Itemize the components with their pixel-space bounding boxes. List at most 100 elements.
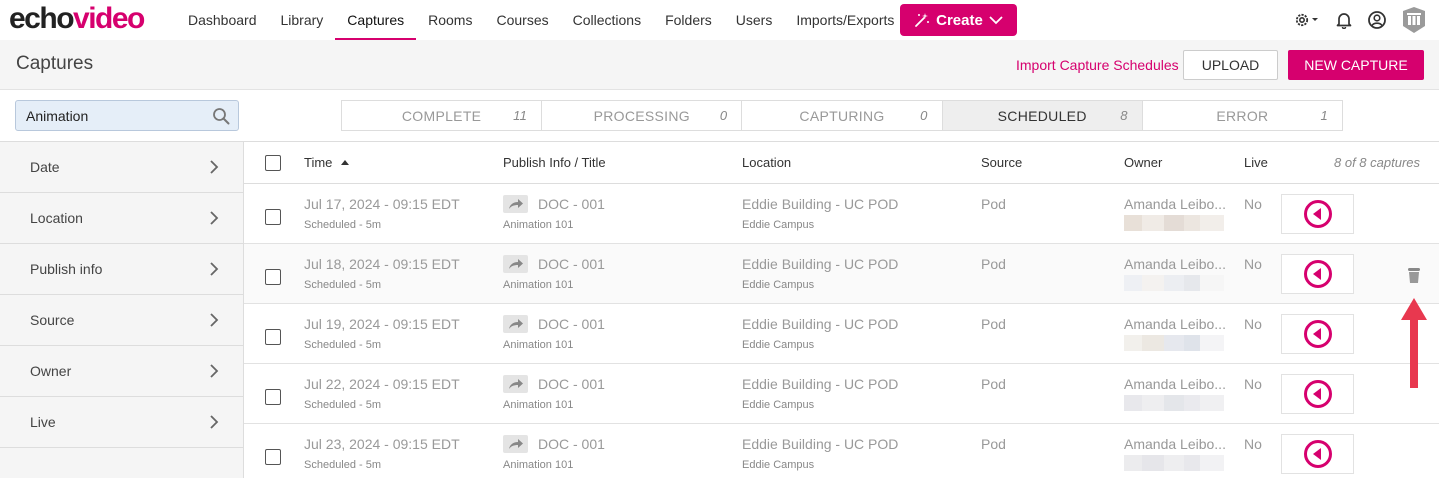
share-arrow-icon xyxy=(503,315,528,333)
new-capture-button[interactable]: NEW CAPTURE xyxy=(1288,50,1424,80)
location-name: Eddie Building - UC POD xyxy=(742,316,899,332)
tab-scheduled[interactable]: SCHEDULED 8 xyxy=(942,101,1143,130)
play-button[interactable] xyxy=(1281,254,1354,294)
notifications-button[interactable] xyxy=(1335,11,1353,29)
play-button[interactable] xyxy=(1281,434,1354,474)
column-owner[interactable]: Owner xyxy=(1124,155,1162,170)
search-icon[interactable] xyxy=(212,107,230,125)
row-checkbox[interactable] xyxy=(265,449,281,465)
column-time[interactable]: Time xyxy=(304,155,350,170)
column-publish-info[interactable]: Publish Info / Title xyxy=(503,155,606,170)
select-all-checkbox[interactable] xyxy=(265,155,281,171)
filter-publish-info[interactable]: Publish info xyxy=(0,244,243,295)
filter-location[interactable]: Location xyxy=(0,193,243,244)
row-checkbox[interactable] xyxy=(265,329,281,345)
table-row[interactable]: Jul 22, 2024 - 09:15 EDT Scheduled - 5m … xyxy=(244,364,1439,424)
column-time-label: Time xyxy=(304,155,333,170)
create-button[interactable]: Create xyxy=(900,4,1017,36)
upload-button[interactable]: UPLOAD xyxy=(1183,50,1278,80)
filter-label: Live xyxy=(30,414,56,430)
location-campus: Eddie Campus xyxy=(742,459,815,471)
nav-icons xyxy=(1293,6,1427,34)
search-input[interactable] xyxy=(16,101,206,130)
play-button[interactable] xyxy=(1281,314,1354,354)
nav-library[interactable]: Library xyxy=(269,0,336,40)
nav-captures[interactable]: Captures xyxy=(335,0,416,40)
nav-collections[interactable]: Collections xyxy=(561,0,653,40)
tab-error[interactable]: ERROR 1 xyxy=(1142,101,1343,130)
tab-capturing[interactable]: CAPTURING 0 xyxy=(742,101,943,130)
row-checkbox[interactable] xyxy=(265,209,281,225)
play-back-icon xyxy=(1303,200,1332,228)
live-status: No xyxy=(1244,196,1262,212)
avatar-icon xyxy=(1403,7,1425,33)
location-name: Eddie Building - UC POD xyxy=(742,376,899,392)
publish-course: Animation 101 xyxy=(503,399,574,411)
trash-icon[interactable] xyxy=(1406,266,1422,284)
echovideo-logo[interactable]: echovideo xyxy=(9,2,145,36)
nav-imports-exports[interactable]: Imports/Exports xyxy=(784,0,906,40)
page-title: Captures xyxy=(16,53,94,74)
user-menu-button[interactable] xyxy=(1367,10,1387,30)
source: Pod xyxy=(981,196,1006,212)
column-source[interactable]: Source xyxy=(981,155,1022,170)
filter-source[interactable]: Source xyxy=(0,295,243,346)
play-back-icon xyxy=(1303,260,1332,288)
import-capture-schedules-link[interactable]: Import Capture Schedules xyxy=(1016,57,1179,73)
live-status: No xyxy=(1244,376,1262,392)
table-row[interactable]: Jul 19, 2024 - 09:15 EDT Scheduled - 5m … xyxy=(244,304,1439,364)
tab-label: ERROR xyxy=(1216,107,1269,124)
tab-count: 8 xyxy=(1120,108,1128,123)
filter-date[interactable]: Date xyxy=(0,142,243,193)
tab-count: 1 xyxy=(1320,108,1329,123)
tab-label: COMPLETE xyxy=(401,107,482,124)
publish-course: Animation 101 xyxy=(503,219,574,231)
capture-status: Scheduled - 5m xyxy=(304,459,382,471)
table-row[interactable]: Jul 18, 2024 - 09:15 EDT Scheduled - 5m … xyxy=(244,244,1439,304)
live-status: No xyxy=(1244,316,1262,332)
tab-complete[interactable]: COMPLETE 11 xyxy=(342,101,543,130)
share-arrow-icon xyxy=(503,255,528,273)
location-campus: Eddie Campus xyxy=(742,279,815,291)
play-button[interactable] xyxy=(1281,194,1354,234)
table-row[interactable]: Jul 17, 2024 - 09:15 EDT Scheduled - 5m … xyxy=(244,184,1439,244)
chevron-right-icon xyxy=(210,160,219,174)
chevron-right-icon xyxy=(210,415,219,429)
source: Pod xyxy=(981,436,1006,452)
location-name: Eddie Building - UC POD xyxy=(742,196,899,212)
row-checkbox[interactable] xyxy=(265,269,281,285)
top-nav: echovideo Dashboard Library Captures Roo… xyxy=(0,0,1439,40)
play-back-icon xyxy=(1303,380,1332,408)
settings-menu[interactable] xyxy=(1293,11,1321,29)
nav-links: Dashboard Library Captures Rooms Courses… xyxy=(176,0,906,40)
capture-status: Scheduled - 5m xyxy=(304,339,382,351)
nav-dashboard[interactable]: Dashboard xyxy=(176,0,269,40)
publish-course: Animation 101 xyxy=(503,279,574,291)
play-button[interactable] xyxy=(1281,374,1354,414)
column-live[interactable]: Live xyxy=(1244,155,1268,170)
location-campus: Eddie Campus xyxy=(742,399,815,411)
location-name: Eddie Building - UC POD xyxy=(742,256,899,272)
owner-name: Amanda Leibo... xyxy=(1124,316,1226,332)
user-icon xyxy=(1368,11,1386,29)
owner-email-redacted xyxy=(1124,215,1224,231)
nav-courses[interactable]: Courses xyxy=(484,0,560,40)
nav-users[interactable]: Users xyxy=(724,0,785,40)
chevron-right-icon xyxy=(210,364,219,378)
capture-status: Scheduled - 5m xyxy=(304,279,382,291)
page-header: Captures Import Capture Schedules UPLOAD… xyxy=(0,40,1439,90)
table-row[interactable]: Jul 23, 2024 - 09:15 EDT Scheduled - 5m … xyxy=(244,424,1439,478)
institution-avatar[interactable] xyxy=(1401,6,1427,34)
play-back-icon xyxy=(1303,440,1332,468)
nav-folders[interactable]: Folders xyxy=(653,0,724,40)
bell-icon xyxy=(1336,13,1352,29)
publish-course: Animation 101 xyxy=(503,459,574,471)
share-arrow-icon xyxy=(503,375,528,393)
row-checkbox[interactable] xyxy=(265,389,281,405)
tab-processing[interactable]: PROCESSING 0 xyxy=(542,101,743,130)
nav-rooms[interactable]: Rooms xyxy=(416,0,484,40)
live-status: No xyxy=(1244,256,1262,272)
filter-owner[interactable]: Owner xyxy=(0,346,243,397)
column-location[interactable]: Location xyxy=(742,155,791,170)
filter-live[interactable]: Live xyxy=(0,397,243,448)
